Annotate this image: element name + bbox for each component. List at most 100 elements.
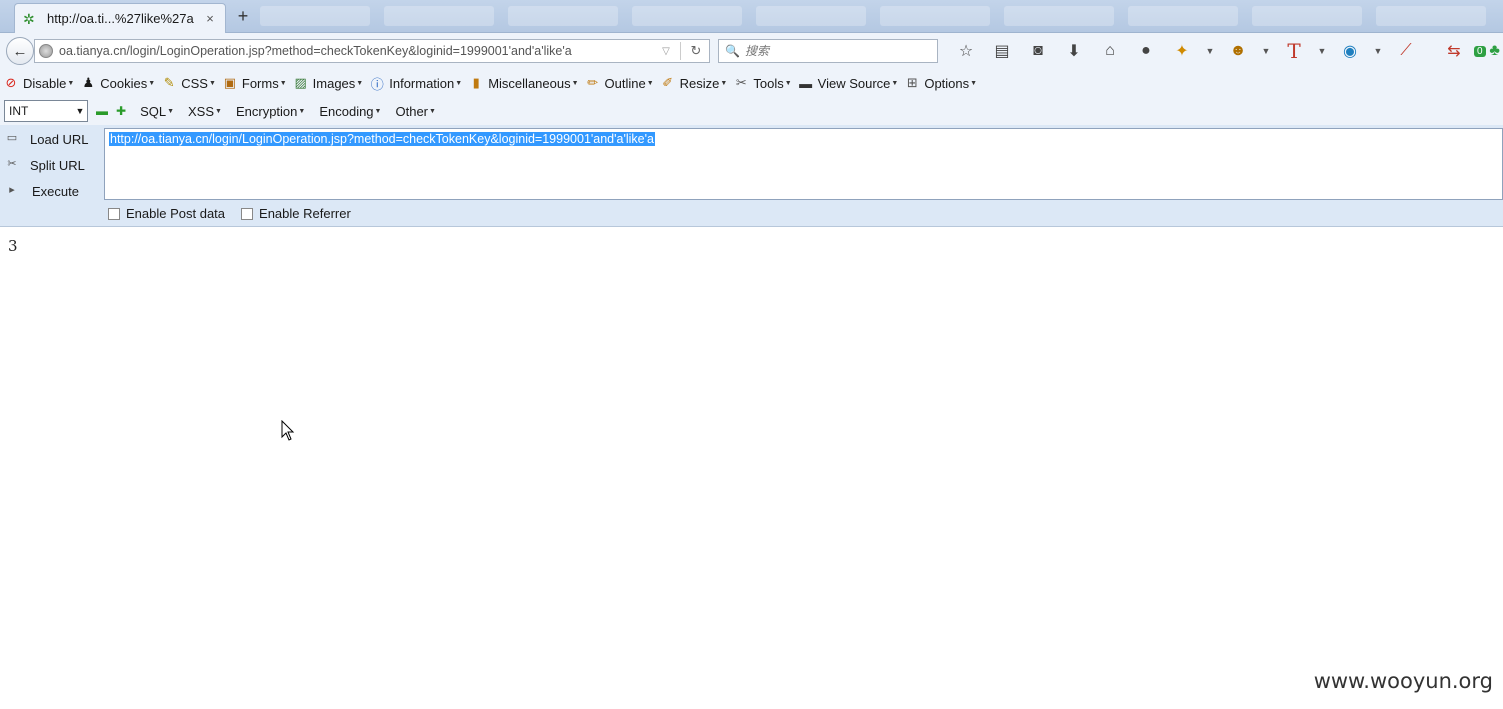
menu-disable[interactable]: ⊘ Disable ▼ [3,75,75,91]
chevron-down-icon: ▼ [67,79,75,87]
menu-label: Information [389,75,455,91]
tools-icon: ✂ [735,75,747,90]
disable-icon: ⊘ [5,75,17,90]
menu-encryption[interactable]: Encryption ▼ [236,104,305,119]
images-icon: ▨ [294,75,307,90]
execute-button[interactable]: ▸ Execute [0,178,104,204]
type-select[interactable]: INT ▼ [4,100,88,122]
pocket-icon[interactable]: ◙ [1020,42,1056,60]
chevron-down-icon: ▼ [279,79,287,87]
history-dropdown-icon[interactable]: ▽ [658,46,674,57]
watermark: www.wooyun.org [1313,669,1493,693]
blurred-tab[interactable] [260,6,370,26]
download-icon[interactable]: ⬇ [1056,41,1092,61]
load-url-button[interactable]: ▭ Load URL [0,126,104,152]
chevron-down-icon: ▼ [429,107,436,115]
forms-icon: ▣ [223,75,237,90]
address-text[interactable]: oa.tianya.cn/login/LoginOperation.jsp?me… [59,44,658,58]
text-tool-icon[interactable]: T [1276,39,1312,63]
chevron-down-icon: ▼ [455,79,463,87]
sync-arrows-icon[interactable]: ⇆ [1436,41,1472,61]
menu-forms[interactable]: ▣ Forms ▼ [222,75,287,91]
menu-css[interactable]: ✎ CSS ▼ [161,75,216,91]
blurred-tab[interactable] [756,6,866,26]
enable-post-label[interactable]: Enable Post data [126,206,225,221]
android-icon[interactable]: ♣ [1486,42,1503,60]
menu-label: SQL [140,103,167,119]
home-icon[interactable]: ⌂ [1092,42,1128,60]
view-source-icon: ▬ [799,75,813,91]
chevron-down-icon[interactable]: ▼ [1312,46,1332,56]
execute-label: Execute [32,183,79,199]
menu-images[interactable]: ▨ Images ▼ [293,75,364,91]
menu-sql[interactable]: SQL ▼ [140,104,174,119]
plus-icon[interactable]: ✚ [116,104,126,118]
menu-resize[interactable]: ✐ Resize ▼ [660,75,727,91]
enable-post-checkbox[interactable] [108,207,120,220]
close-icon[interactable]: × [203,11,217,26]
menu-tools[interactable]: ✂ Tools ▼ [733,75,792,91]
page-result: 3 [8,237,18,255]
search-box[interactable]: 🔍 [718,39,938,63]
menu-label: Encryption [235,103,298,119]
chevron-down-icon[interactable]: ▼ [1200,46,1220,56]
reload-icon[interactable]: ↻ [687,43,705,59]
blurred-tab[interactable] [1252,6,1362,26]
tab-active[interactable]: ✲ http://oa.ti...%27like%27a × [14,3,226,33]
greasemonkey-icon[interactable]: ☻ [1220,42,1256,60]
css-icon: ✎ [163,75,175,90]
menu-cookies[interactable]: ♟ Cookies ▼ [80,75,155,91]
hackbar-url-textarea[interactable]: http://oa.tianya.cn/login/LoginOperation… [104,128,1503,200]
menu-options[interactable]: ⊞ Options ▼ [904,75,977,91]
menu-label: CSS [181,75,208,91]
menu-outline[interactable]: ✏ Outline ▼ [585,75,654,91]
background-tabs [260,6,1486,26]
cookies-icon: ♟ [82,75,95,90]
navigation-bar: ← oa.tianya.cn/login/LoginOperation.jsp?… [0,33,1503,69]
back-button[interactable]: ← [6,37,34,65]
menu-label: Encoding [319,103,374,119]
chevron-down-icon[interactable]: ▼ [1256,46,1276,56]
blurred-tab[interactable] [384,6,494,26]
selected-url-text[interactable]: http://oa.tianya.cn/login/LoginOperation… [109,132,655,146]
menu-other[interactable]: Other ▼ [395,104,435,119]
new-tab-button[interactable]: + [233,6,253,27]
blurred-tab[interactable] [880,6,990,26]
menu-xss[interactable]: XSS ▼ [188,104,222,119]
address-bar[interactable]: oa.tianya.cn/login/LoginOperation.jsp?me… [34,39,710,63]
enable-referrer-label[interactable]: Enable Referrer [259,206,351,221]
blurred-tab[interactable] [508,6,618,26]
blurred-tab[interactable] [632,6,742,26]
menu-view-source[interactable]: ▬ View Source ▼ [798,75,898,91]
addon-icon[interactable]: ✦ [1164,41,1200,61]
chevron-down-icon: ▼ [215,107,222,115]
minus-icon[interactable]: ▬ [96,104,108,118]
load-url-icon: ▭ [6,132,18,144]
chevron-down-icon[interactable]: ▼ [1368,46,1388,56]
chat-icon[interactable]: ● [1128,42,1164,60]
resize-icon: ✐ [662,75,674,90]
blurred-tab[interactable] [1004,6,1114,26]
chevron-down-icon: ▼ [356,79,364,87]
chevron-down-icon: ▼ [646,79,654,87]
graph-icon[interactable]: ⟋ [1388,42,1424,60]
menu-encoding[interactable]: Encoding ▼ [319,104,381,119]
menu-miscellaneous[interactable]: ▮ Miscellaneous ▼ [468,75,579,91]
divider [680,42,681,60]
menu-label: Other [395,103,428,119]
chevron-down-icon: ▼ [374,107,382,115]
split-url-label: Split URL [30,157,85,173]
site-info-icon[interactable] [39,44,53,58]
miscellaneous-icon: ▮ [472,75,480,90]
menu-information[interactable]: ⓘ Information ▼ [369,75,463,92]
outline-icon: ✏ [587,75,598,90]
proxy-icon[interactable]: ◉ [1332,41,1368,61]
search-input[interactable] [745,44,937,58]
bookmark-star-icon[interactable]: ☆ [948,41,984,61]
hackbar-panel: ▭ Load URL ✂ Split URL ▸ Execute http://oa.… [0,125,1503,227]
reading-list-icon[interactable]: ▤ [984,41,1020,61]
blurred-tab[interactable] [1128,6,1238,26]
enable-referrer-checkbox[interactable] [241,207,254,220]
split-url-button[interactable]: ✂ Split URL [0,152,104,178]
blurred-tab[interactable] [1376,6,1486,26]
